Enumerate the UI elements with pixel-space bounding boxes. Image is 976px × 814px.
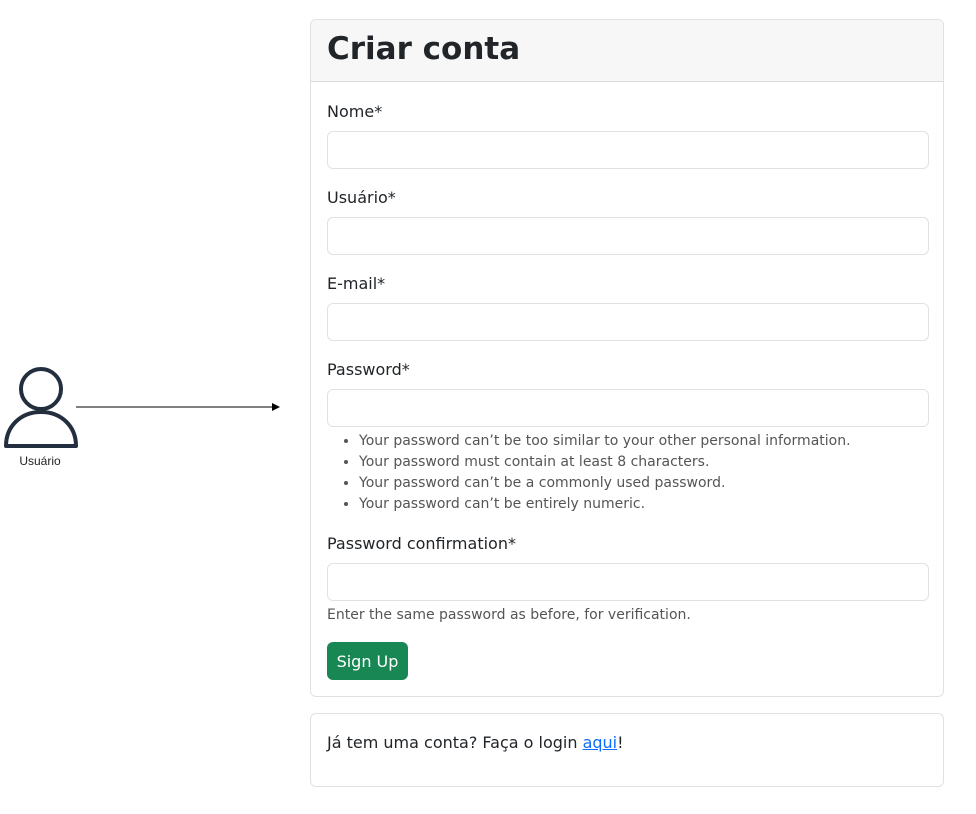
arrow-connector (76, 403, 280, 411)
password-label: Password* (327, 360, 410, 379)
login-prompt-suffix: ! (617, 733, 624, 752)
email-label: E-mail* (327, 274, 386, 293)
page-title: Criar conta (327, 31, 521, 67)
email-input[interactable] (327, 303, 929, 341)
password-help-item: Your password must contain at least 8 ch… (359, 452, 851, 473)
login-link[interactable]: aqui (583, 733, 618, 752)
password-confirmation-input[interactable] (327, 563, 929, 601)
user-actor: Usuário (0, 366, 80, 468)
password-help-item: Your password can’t be a commonly used p… (359, 473, 851, 494)
password-confirmation-help: Enter the same password as before, for v… (327, 607, 691, 623)
login-prompt-text: Já tem uma conta? Faça o login (327, 733, 583, 752)
login-prompt: Já tem uma conta? Faça o login aqui! (327, 733, 624, 753)
username-label: Usuário* (327, 188, 396, 207)
card-header: Criar conta (311, 20, 943, 82)
login-card: Já tem uma conta? Faça o login aqui! (310, 713, 944, 787)
user-icon (4, 367, 78, 448)
name-label: Nome* (327, 102, 383, 121)
password-help-list: Your password can’t be too similar to yo… (327, 431, 851, 515)
password-input[interactable] (327, 389, 929, 427)
sign-up-button[interactable]: Sign Up (327, 642, 408, 680)
username-input[interactable] (327, 217, 929, 255)
password-help-item: Your password can’t be too similar to yo… (359, 431, 851, 452)
password-help-item: Your password can’t be entirely numeric. (359, 494, 851, 515)
user-caption: Usuário (19, 454, 61, 468)
name-input[interactable] (327, 131, 929, 169)
password-confirmation-label: Password confirmation* (327, 534, 516, 553)
signup-card: Criar conta Nome* Usuário* E-mail* Passw… (310, 19, 944, 697)
